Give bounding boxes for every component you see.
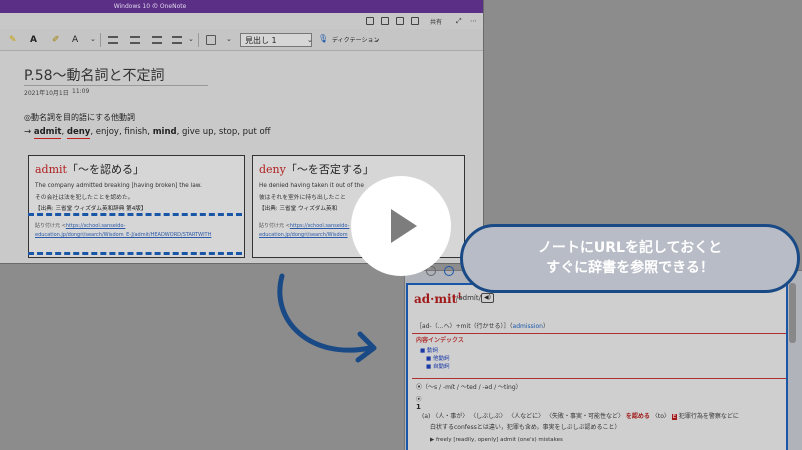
speaker-icon[interactable]: ◀)	[481, 293, 494, 303]
chevron-down-icon[interactable]: ⌄	[188, 35, 194, 45]
card-meaning: 「～を否定する」	[285, 163, 374, 176]
index-item-verb[interactable]: ■ 動詞	[420, 346, 438, 354]
verb-list-rest2: , give up, stop, put off	[176, 127, 271, 137]
sense-number: 1	[416, 403, 421, 411]
top-toolbar: 共有 ⤢ ⋯	[0, 13, 483, 29]
callout-line-1: ノートにURLを記しておくと	[537, 240, 723, 256]
page-title[interactable]: P.58～動名詞と不定詞	[24, 65, 165, 85]
sense-a-tail: 犯罪行為を警察などに	[678, 413, 739, 420]
section-divider	[412, 378, 786, 379]
transitive-mark: ⦿	[416, 397, 422, 403]
card-meaning: 「～を認める」	[66, 163, 144, 176]
checkbox-tag-icon[interactable]	[206, 35, 216, 45]
card-japanese: その会社は法を犯したことを認めた。	[35, 195, 134, 201]
window-title: Windows 10 の OneNote	[113, 3, 187, 10]
note-heading[interactable]: ◎動名詞を目的語にする他動詞	[24, 112, 135, 123]
section-divider	[412, 333, 786, 334]
entry-headword: ad·mit1	[414, 291, 462, 306]
sense-a-line2: 白状するconfessとは違い，犯罪も含め，事実をしぶしぶ認めること）	[430, 424, 621, 431]
verb-list[interactable]: → admit, deny, enjoy, finish, mind, give…	[24, 127, 271, 139]
outdent-icon[interactable]	[152, 36, 162, 44]
format-painter-icon[interactable]: ✐	[52, 35, 60, 45]
card-heading: deny「～を否定する」	[259, 161, 458, 177]
pen-icon[interactable]	[411, 17, 419, 25]
etymology: ［ad-（…へ）+mit（行かせる）］（admission）	[416, 321, 549, 330]
callout-line-2: すぐに辞書を参照できる！	[546, 260, 714, 276]
card-heading: admit「～を認める」	[35, 161, 238, 177]
link-url-1[interactable]: https://school.sanseido-	[66, 223, 126, 229]
title-underline	[24, 85, 208, 86]
callout-bubble: ノートにURLを記しておくと すぐに辞書を参照できる！	[460, 224, 800, 293]
verb-deny: deny	[66, 127, 91, 139]
style-dropdown[interactable]: 見出し 1	[240, 33, 312, 47]
divider	[100, 33, 101, 47]
share-button[interactable]: 共有	[430, 17, 442, 26]
dictionary-entry[interactable]: ad·mit1 /ədmít/ ◀) ［ad-（…へ）+mit（行かせる）］（a…	[406, 283, 788, 450]
play-button[interactable]	[351, 176, 451, 276]
microphone-icon[interactable]: 🎙	[318, 34, 328, 44]
example-sentence: ▶ freely [readily, openly] admit (one's)…	[430, 437, 563, 443]
etymology-end: ）	[542, 323, 549, 330]
dictionary-card-admit[interactable]: admit「～を認める」 The company admitted breaki…	[28, 155, 245, 258]
card-source: 【出典: 三省堂 ウィズダム英和辞典 第4版】	[35, 206, 147, 212]
link-url-1[interactable]: https://school.sanseido-	[290, 223, 350, 229]
arrow-prefix: →	[24, 127, 32, 137]
indent-icon[interactable]	[172, 36, 182, 44]
link-label: 貼り付け元 <	[35, 223, 66, 229]
usage-badge: E	[671, 414, 677, 420]
verb-admit: admit	[33, 127, 62, 139]
link-label: 貼り付け元 <	[259, 223, 290, 229]
play-icon	[391, 209, 417, 243]
scrollbar[interactable]	[789, 283, 796, 343]
index-item-transitive[interactable]: ■ 他動詞	[426, 354, 449, 362]
index-item-intransitive[interactable]: ■ 自動詞	[426, 362, 449, 370]
title-bar: Windows 10 の OneNote	[0, 0, 483, 13]
card-link[interactable]: 貼り付け元 <https://school.sanseido- educatio…	[35, 222, 238, 240]
chevron-down-icon[interactable]: ⌄	[374, 36, 380, 46]
dictation-button[interactable]: ディクテーション	[332, 35, 379, 44]
page-time: 11:09	[72, 88, 90, 95]
sense-a-text: (a) 〈人・事が〉 〈しぶしぶ〉 〈人などに〉 〈失敗・事実・可能性など〉	[422, 413, 624, 420]
card-headword: deny	[259, 163, 286, 176]
curved-arrow-icon	[277, 273, 377, 363]
verb-mind: mind	[152, 127, 177, 137]
font-color-icon[interactable]: A	[30, 35, 37, 45]
bullet-list-icon[interactable]	[108, 36, 118, 44]
ribbon: ✎ A ✐ A ⌄ ⌄ ⌄ 見出し 1 ⌄ 🎙 ディクテーション ⌄	[0, 29, 483, 51]
chevron-down-icon[interactable]: ⌄	[307, 36, 313, 46]
verb-list-rest: , enjoy, finish,	[90, 127, 153, 137]
divider	[198, 33, 199, 47]
text-style-icon[interactable]: A	[72, 35, 78, 45]
link-url-2[interactable]: education.jp/dongri/search/Wisdom	[259, 232, 348, 238]
notification-icon[interactable]	[366, 17, 374, 25]
card-headword: admit	[35, 163, 67, 176]
numbered-list-icon[interactable]	[130, 36, 140, 44]
etymology-text: ［ad-（…へ）+mit（行かせる）］（	[416, 323, 513, 330]
chevron-down-icon[interactable]: ⌄	[226, 35, 232, 45]
sense-a-meaning: を認める	[625, 413, 650, 420]
entry-pronunciation: /ədmít/	[456, 294, 481, 302]
highlight-dash-top	[28, 213, 242, 216]
highlight-dash-bottom	[28, 252, 242, 255]
headword-text: ad·mit	[414, 292, 458, 306]
forward-icon[interactable]	[444, 266, 454, 276]
chevron-down-icon[interactable]: ⌄	[90, 35, 96, 45]
admission-link[interactable]: admission	[513, 323, 543, 330]
link-url-2[interactable]: education.jp/dongri/search/Wisdom_E-J/ad…	[35, 232, 211, 238]
page-date: 2021年10月1日	[24, 90, 69, 97]
lightbulb-icon[interactable]	[396, 17, 404, 25]
more-icon[interactable]: ⋯	[470, 17, 478, 25]
card-english: The company admitted breaking [having br…	[35, 183, 202, 189]
index-title: 内容インデックス	[416, 337, 464, 344]
sense-a-prep: 〈to〉	[651, 413, 670, 420]
sense-a: (a) 〈人・事が〉 〈しぶしぶ〉 〈人などに〉 〈失敗・事実・可能性など〉 を…	[422, 411, 739, 420]
highlighter-icon[interactable]: ✎	[9, 35, 17, 45]
inflections: ⦿（～s / -mít / ～ted / -əd / ～ting）	[416, 384, 522, 391]
expand-icon[interactable]: ⤢	[456, 17, 464, 25]
page-view-icon[interactable]	[381, 17, 389, 25]
